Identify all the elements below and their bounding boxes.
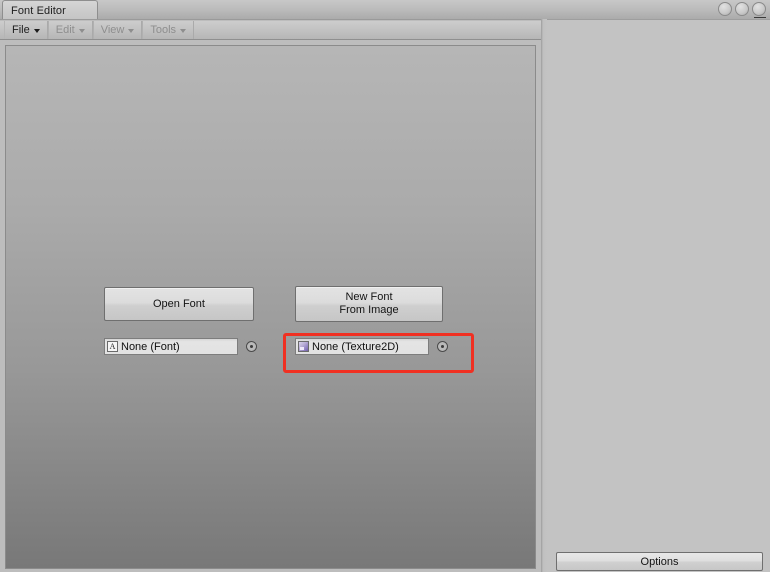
chevron-down-icon [128,28,135,33]
menu-item-view-label: View [100,24,125,36]
tab-font-editor[interactable]: Font Editor [2,0,98,20]
close-circle-icon[interactable] [752,2,766,16]
maximize-circle-icon[interactable] [735,2,749,16]
font-object-field-row: A None (Font) [104,338,257,355]
menu-bar: File Edit View Tools [0,21,541,40]
menu-item-edit[interactable]: Edit [47,21,93,39]
editor-canvas: Open Font New Font From Image A None (Fo… [5,45,536,569]
open-font-button[interactable]: Open Font [104,287,254,321]
texture-object-field-row: None (Texture2D) [295,338,448,355]
texture2d-asset-icon [298,341,309,352]
chevron-down-icon [78,28,85,33]
menu-item-tools[interactable]: Tools [142,21,195,39]
chevron-down-icon [180,28,187,33]
font-object-field-value: None (Font) [121,340,180,353]
menu-item-view[interactable]: View [92,21,143,39]
font-object-field[interactable]: A None (Font) [104,338,238,355]
new-font-from-image-button[interactable]: New Font From Image [295,286,443,322]
texture-object-field-value: None (Texture2D) [312,340,399,353]
window-controls [718,2,766,16]
texture-object-field[interactable]: None (Texture2D) [295,338,429,355]
menu-item-file[interactable]: File [4,21,48,39]
minimize-circle-icon[interactable] [718,2,732,16]
tab-label: Font Editor [11,4,66,17]
title-bar [0,0,770,20]
font-object-picker-icon[interactable] [246,341,257,352]
menu-item-edit-label: Edit [55,24,75,36]
menu-item-file-label: File [12,24,30,36]
open-font-button-label: Open Font [153,297,205,310]
new-font-button-label-line1: New Font [345,291,393,303]
new-font-button-label-line2: From Image [339,304,399,316]
panel-splitter[interactable] [541,19,547,572]
texture-object-picker-icon[interactable] [437,341,448,352]
chevron-down-icon [33,28,40,33]
font-editor-window: Font Editor File Edit View Tools Open Fo… [0,0,770,572]
side-panel: Options [541,19,770,572]
options-button[interactable]: Options [556,552,763,571]
options-button-label: Options [640,555,679,568]
font-asset-icon: A [107,341,118,352]
menu-item-tools-label: Tools [150,24,177,36]
editor-pane: File Edit View Tools Open Font New Font … [0,19,541,572]
